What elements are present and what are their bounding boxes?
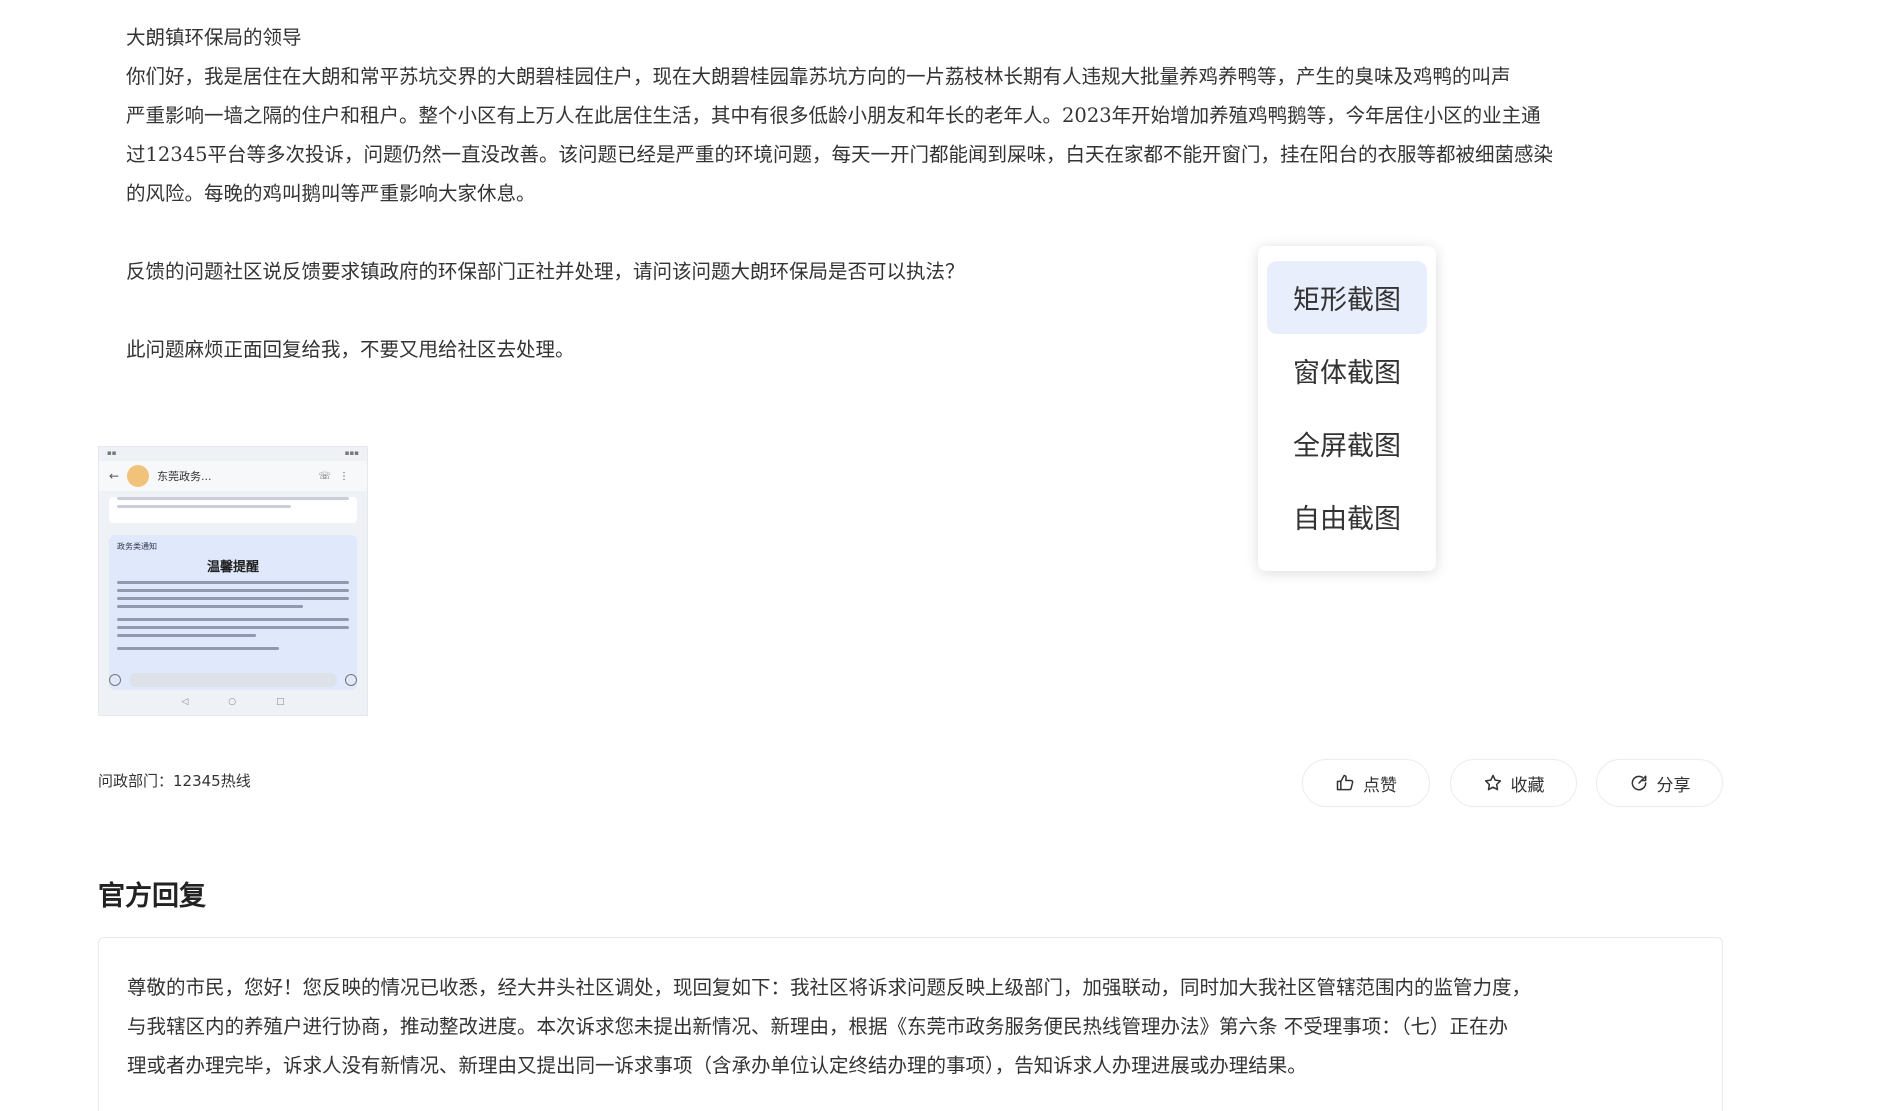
emoji-icon [345,674,357,686]
complaint-paragraph-2: 反馈的问题社区说反馈要求镇政府的环保部门正社并处理，请问该问题大朗环保局是否可以… [126,260,965,283]
thumb-chat-title: 东莞政务... [157,470,212,483]
thumb-status-bar: ▪▪ ▪▪▪ [107,449,359,457]
reply-line: 理或者办理完毕，诉求人没有新情况、新理由又提出同一诉求事项（含承办单位认定终结办… [127,1054,1307,1077]
like-label: 点赞 [1363,775,1397,796]
thumb-input-bar [99,669,367,691]
complaint-content: 大朗镇环保局的领导 你们好，我是居住在大朗和常平苏坑交界的大朗碧桂园住户，现在大… [126,18,1706,369]
official-reply-box: 尊敬的市民，您好！您反映的情况已收悉，经大井头社区调处，现回复如下：我社区将诉求… [98,937,1723,1111]
back-arrow-icon: ← [109,469,120,483]
thumb-notice-card: 政务类通知 温馨提醒 [109,535,357,690]
department-label: 问政部门：12345热线 [98,772,251,790]
star-icon [1484,774,1501,791]
complaint-line: 你们好，我是居住在大朗和常平苏坑交界的大朗碧桂园住户，现在大朗碧桂园靠苏坑方向的… [126,65,1511,88]
thumbs-up-icon [1336,774,1354,791]
share-button[interactable]: 分享 [1596,759,1723,807]
thumb-notice-label: 政务类通知 [117,542,157,551]
menu-item-window-screenshot[interactable]: 窗体截图 [1267,334,1427,407]
attachment-thumbnail[interactable]: ▪▪ ▪▪▪ ← 东莞政务... ☏⋮ 政务类通知 温馨提醒 ◁ ○ □ [98,446,368,716]
complaint-recipient: 大朗镇环保局的领导 [126,26,302,49]
complaint-paragraph-3: 此问题麻烦正面回复给我，不要又甩给社区去处理。 [126,338,575,361]
share-label: 分享 [1656,775,1691,796]
thumb-chat-header: ← 东莞政务... ☏⋮ [99,461,367,491]
reply-line: 尊敬的市民，您好！您反映的情况已收悉，经大井头社区调处，现回复如下：我社区将诉求… [127,976,1532,999]
share-icon [1631,775,1646,791]
menu-item-freeform-screenshot[interactable]: 自由截图 [1267,480,1427,553]
thumb-nav-bar: ◁ ○ □ [181,697,285,707]
official-reply-text: 尊敬的市民，您好！您反映的情况已收悉，经大井头社区调处，现回复如下：我社区将诉求… [127,968,1694,1085]
plus-icon [109,674,121,686]
phone-icon: ☏⋮ [318,470,357,482]
reply-line: 与我辖区内的养殖户进行协商，推动整改进度。本次诉求您未提出新情况、新理由，根据《… [127,1015,1508,1038]
like-button[interactable]: 点赞 [1302,759,1430,807]
official-reply-title: 官方回复 [98,881,206,912]
thumb-notice-heading: 温馨提醒 [206,560,259,575]
favorite-label: 收藏 [1510,775,1545,796]
menu-item-rectangle-screenshot[interactable]: 矩形截图 [1267,261,1427,334]
menu-item-fullscreen-screenshot[interactable]: 全屏截图 [1267,407,1427,480]
thumb-message-bubble [109,497,357,523]
complaint-line: 的风险。每晚的鸡叫鹅叫等严重影响大家休息。 [126,182,536,205]
screenshot-menu: 矩形截图 窗体截图 全屏截图 自由截图 [1258,246,1436,571]
complaint-line: 过12345平台等多次投诉，问题仍然一直没改善。该问题已经是严重的环境问题，每天… [126,143,1554,166]
avatar [127,465,150,487]
favorite-button[interactable]: 收藏 [1450,759,1577,807]
complaint-line: 严重影响一墙之隔的住户和租户。整个小区有上万人在此居住生活，其中有很多低龄小朋友… [126,104,1541,127]
